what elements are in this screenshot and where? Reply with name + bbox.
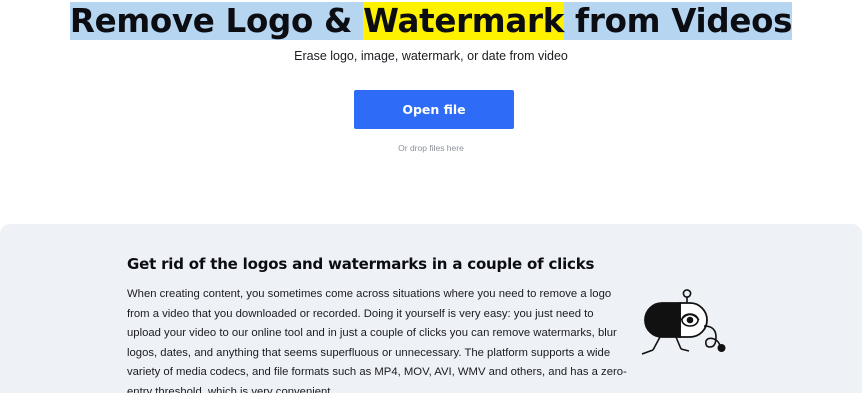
tongue-tail [703, 325, 721, 348]
info-paragraph-line: entry threshold, which is very convenien… [127, 385, 334, 393]
info-paragraph-line: variety of media codecs, and file format… [127, 366, 627, 378]
leg-left [652, 336, 661, 351]
page: Remove Logo & Watermark from Videos Eras… [0, 0, 862, 393]
hero-section: Remove Logo & Watermark from Videos Eras… [0, 0, 862, 224]
drop-files-hint[interactable]: Or drop files here [0, 142, 862, 154]
info-paragraph: When creating content, you sometimes com… [127, 285, 627, 393]
info-paragraph-line: When creating content, you sometimes com… [127, 288, 612, 300]
pill-character-icon [641, 289, 726, 355]
leg-right [675, 336, 682, 350]
eye-pupil [686, 316, 694, 324]
foot-right [680, 348, 690, 352]
info-paragraph-line: upload your video to our online tool and… [127, 327, 617, 339]
info-paragraph-line: logos, dates, and anything that seems su… [127, 346, 611, 359]
pill-character-illustration [632, 284, 732, 364]
tongue-ball [717, 344, 726, 352]
title-part-2: from Videos [564, 2, 793, 40]
title-part-1: Remove Logo & [69, 2, 364, 40]
info-heading: Get rid of the logos and watermarks in a… [127, 255, 595, 273]
open-file-button[interactable]: Open file [354, 90, 514, 129]
antenna-ball [682, 289, 692, 298]
info-paragraph-line: from a video that you downloaded or reco… [127, 307, 594, 320]
info-section: Get rid of the logos and watermarks in a… [0, 224, 862, 393]
title-selection: Remove Logo & Watermark from Videos [69, 2, 793, 40]
page-title: Remove Logo & Watermark from Videos [0, 0, 862, 42]
page-subtitle: Erase logo, image, watermark, or date fr… [294, 49, 568, 63]
title-highlight: Watermark [363, 2, 565, 40]
foot-left [641, 349, 654, 355]
